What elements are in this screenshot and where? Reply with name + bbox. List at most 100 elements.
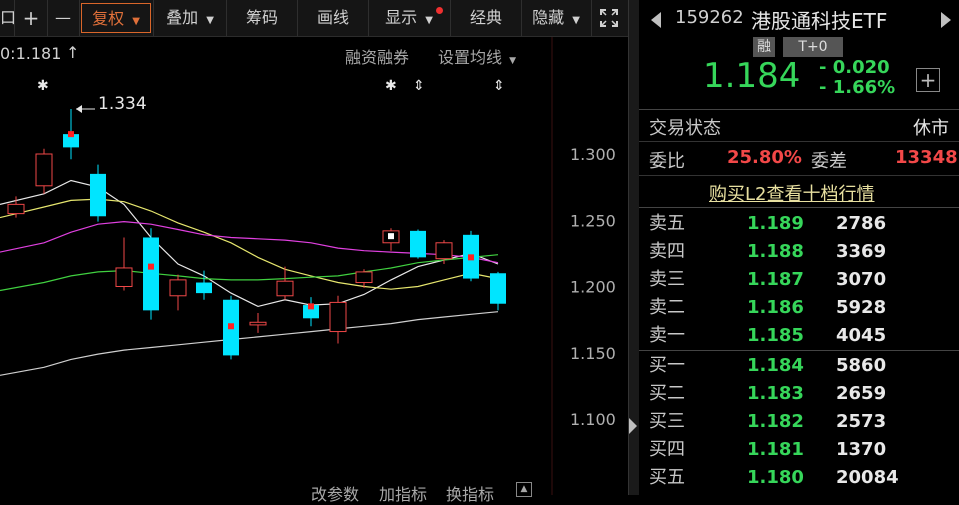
- classic-button[interactable]: 经典: [451, 3, 521, 33]
- zoom-in-button[interactable]: +: [15, 3, 47, 33]
- order-level-label: 买一: [649, 355, 685, 376]
- buy-order-row[interactable]: 买一 1.184 5860: [639, 352, 959, 380]
- order-price: 1.183: [747, 383, 804, 404]
- kline-chart[interactable]: 1.300 1.250 1.200 1.150 1.100 ✱ ✱ ⇕ ⇕: [0, 37, 628, 495]
- star-marker-icon: ✱: [385, 78, 397, 94]
- candle-body: [90, 173, 106, 217]
- sell-order-row[interactable]: 卖二 1.186 5928: [639, 294, 959, 322]
- up-arrow-icon: ↑: [66, 43, 80, 62]
- star-marker-icon: ✱: [37, 78, 49, 94]
- sell-order-row[interactable]: 卖三 1.187 3070: [639, 266, 959, 294]
- adjust-label: 复权: [92, 9, 125, 28]
- order-price: 1.180: [747, 467, 804, 488]
- order-volume: 3070: [836, 269, 887, 290]
- next-stock-icon[interactable]: [941, 12, 951, 28]
- event-marker-icon: [468, 254, 474, 261]
- switch-indicator-button[interactable]: 换指标: [446, 481, 494, 505]
- order-level-label: 卖二: [649, 297, 685, 318]
- buy-order-row[interactable]: 买二 1.183 2659: [639, 380, 959, 408]
- display-button[interactable]: 显示 ▼: [369, 3, 449, 33]
- notification-dot-icon: [436, 7, 443, 14]
- stock-code: 159262: [675, 7, 744, 28]
- order-volume: 1370: [836, 439, 887, 460]
- order-level-label: 买四: [649, 439, 685, 460]
- event-marker-icon: [388, 233, 394, 240]
- chevron-down-icon: ▼: [206, 15, 214, 26]
- order-price: 1.186: [747, 297, 804, 318]
- zoom-out-button[interactable]: —: [48, 3, 78, 33]
- add-indicator-button[interactable]: 加指标: [379, 481, 427, 505]
- order-price: 1.185: [747, 325, 804, 346]
- collapse-arrow-icon[interactable]: [629, 418, 637, 434]
- order-volume: 2659: [836, 383, 887, 404]
- stock-name: 港股通科技ETF: [751, 9, 888, 33]
- chevron-down-icon: ▼: [132, 16, 140, 27]
- order-level-label: 买三: [649, 411, 685, 432]
- candle-body: [329, 301, 347, 333]
- y-axis-tick-label: 1.100: [570, 410, 616, 429]
- candle-body: [7, 203, 25, 215]
- split-marker-icon: ⇕: [413, 78, 425, 94]
- quote-panel: 159262 港股通科技ETF 融 T+0 1.184 - 0.020 - 1.…: [639, 0, 959, 495]
- order-volume: 2786: [836, 213, 887, 234]
- candle-body: [355, 271, 373, 284]
- adjust-button[interactable]: 复权 ▼: [81, 3, 151, 33]
- edit-params-button[interactable]: 改参数: [311, 481, 359, 505]
- order-volume: 5928: [836, 297, 887, 318]
- overlay-label: 叠加: [166, 8, 199, 27]
- sell-order-row[interactable]: 卖五 1.189 2786: [639, 210, 959, 238]
- order-level-label: 买五: [649, 467, 685, 488]
- toolbar-left-edge[interactable]: 口: [0, 3, 16, 33]
- candle-body: [490, 273, 506, 304]
- candle-body: [435, 242, 453, 260]
- split-marker-icon: ⇕: [493, 78, 505, 94]
- order-price: 1.189: [747, 213, 804, 234]
- event-marker-icon: [228, 323, 234, 330]
- candle-body: [143, 237, 159, 311]
- kline-chart-svg[interactable]: 1.300 1.250 1.200 1.150 1.100 ✱ ✱ ⇕ ⇕: [0, 37, 628, 495]
- buy-order-row[interactable]: 买四 1.181 1370: [639, 436, 959, 464]
- candle-body: [276, 280, 294, 297]
- chips-button[interactable]: 筹码: [227, 3, 297, 33]
- margin-trading-link[interactable]: 融资融券: [345, 44, 409, 68]
- hide-button[interactable]: 隐藏 ▼: [522, 3, 590, 33]
- order-level-label: 买二: [649, 383, 685, 404]
- price-change: - 0.020: [819, 57, 890, 78]
- order-volume: 20084: [836, 467, 899, 488]
- overlay-button[interactable]: 叠加 ▼: [154, 3, 226, 33]
- ma-settings-button[interactable]: 设置均线 ▼: [438, 44, 516, 68]
- add-watchlist-button[interactable]: +: [916, 68, 940, 92]
- order-price: 1.182: [747, 411, 804, 432]
- order-price: 1.181: [747, 439, 804, 460]
- sell-order-row[interactable]: 卖一 1.185 4045: [639, 322, 959, 350]
- ratio-text: 0:1.181: [0, 44, 62, 63]
- order-volume: 3369: [836, 241, 887, 262]
- candle-body: [196, 282, 212, 294]
- y-axis-tick-label: 1.300: [570, 145, 616, 164]
- chart-bottom-bar: 改参数 加指标 换指标 ▲: [300, 478, 540, 504]
- order-level-label: 卖四: [649, 241, 685, 262]
- order-volume: 5860: [836, 355, 887, 376]
- candle-body: [35, 153, 53, 187]
- candle-body: [115, 267, 133, 287]
- draw-line-button[interactable]: 画线: [298, 3, 368, 33]
- high-price-arrow-head: [76, 104, 82, 113]
- chevron-down-icon: ▼: [572, 15, 580, 26]
- fullscreen-button[interactable]: [592, 3, 626, 33]
- event-marker-icon: [148, 263, 154, 270]
- y-axis-tick-label: 1.250: [570, 211, 616, 230]
- event-marker-icon: [308, 303, 314, 310]
- order-volume: 4045: [836, 325, 887, 346]
- high-price-label: 1.334: [98, 94, 147, 114]
- buy-order-row[interactable]: 买三 1.182 2573: [639, 408, 959, 436]
- l2-upgrade-link[interactable]: 购买L2查看十档行情: [709, 180, 874, 206]
- buy-order-row[interactable]: 买五 1.180 20084: [639, 464, 959, 492]
- order-level-label: 卖三: [649, 269, 685, 290]
- order-price: 1.184: [747, 355, 804, 376]
- sell-order-row[interactable]: 卖四 1.188 3369: [639, 238, 959, 266]
- order-price: 1.188: [747, 241, 804, 262]
- prev-stock-icon[interactable]: [651, 12, 661, 28]
- margin-tag: 融: [753, 37, 775, 57]
- y-axis-tick-label: 1.200: [570, 278, 616, 297]
- order-ratio-label: 委比: [649, 151, 685, 172]
